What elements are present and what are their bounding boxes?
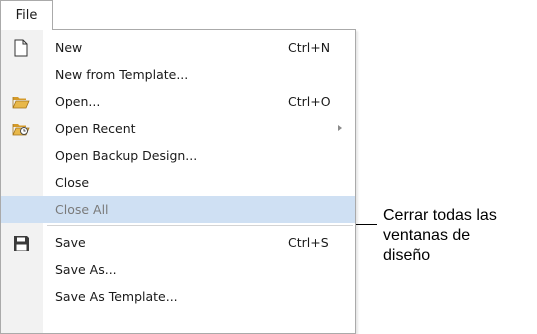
folder-open-icon — [11, 92, 31, 112]
menu-item-label: New — [55, 40, 83, 55]
menu-item-shortcut: Ctrl+S — [288, 235, 329, 250]
menu-item-new[interactable]: New Ctrl+N — [1, 34, 355, 61]
callout-line-1: Cerrar todas las — [383, 207, 497, 224]
menu-item-open-recent[interactable]: Open Recent — [1, 115, 355, 142]
menu-item-close-all[interactable]: Close All — [1, 196, 355, 223]
menu-item-close[interactable]: Close — [1, 169, 355, 196]
menu-item-shortcut: Ctrl+O — [288, 94, 331, 109]
menu-separator — [47, 225, 353, 226]
file-menu-tab[interactable]: File — [0, 0, 53, 30]
new-document-icon — [11, 38, 31, 58]
file-menu-dropdown: New Ctrl+N New from Template... Open... … — [0, 29, 356, 334]
menu-item-label: Close — [55, 175, 90, 190]
callout-line-3: diseño — [383, 247, 431, 264]
menu-item-save-as-template[interactable]: Save As Template... — [1, 283, 355, 310]
menu-item-open[interactable]: Open... Ctrl+O — [1, 88, 355, 115]
menu-item-new-from-template[interactable]: New from Template... — [1, 61, 355, 88]
folder-recent-icon — [11, 119, 31, 139]
menu-item-open-backup-design[interactable]: Open Backup Design... — [1, 142, 355, 169]
callout-line-2: ventanas de — [383, 227, 471, 244]
callout-annotation: Cerrar todas las ventanas de diseño — [383, 206, 497, 266]
menu-item-save-as[interactable]: Save As... — [1, 256, 355, 283]
submenu-arrow-icon — [338, 125, 342, 131]
menu-item-label: Open Recent — [55, 121, 136, 136]
menu-item-label: New from Template... — [55, 67, 189, 82]
menu-item-label: Save — [55, 235, 86, 250]
menu-item-label: Open... — [55, 94, 101, 109]
menu-item-label: Close All — [55, 202, 109, 217]
menu-item-label: Open Backup Design... — [55, 148, 198, 163]
save-floppy-icon — [11, 233, 31, 253]
menu-item-label: Save As Template... — [55, 289, 178, 304]
menu-item-label: Save As... — [55, 262, 117, 277]
menu-item-shortcut: Ctrl+N — [288, 40, 331, 55]
menu-item-save[interactable]: Save Ctrl+S — [1, 229, 355, 256]
